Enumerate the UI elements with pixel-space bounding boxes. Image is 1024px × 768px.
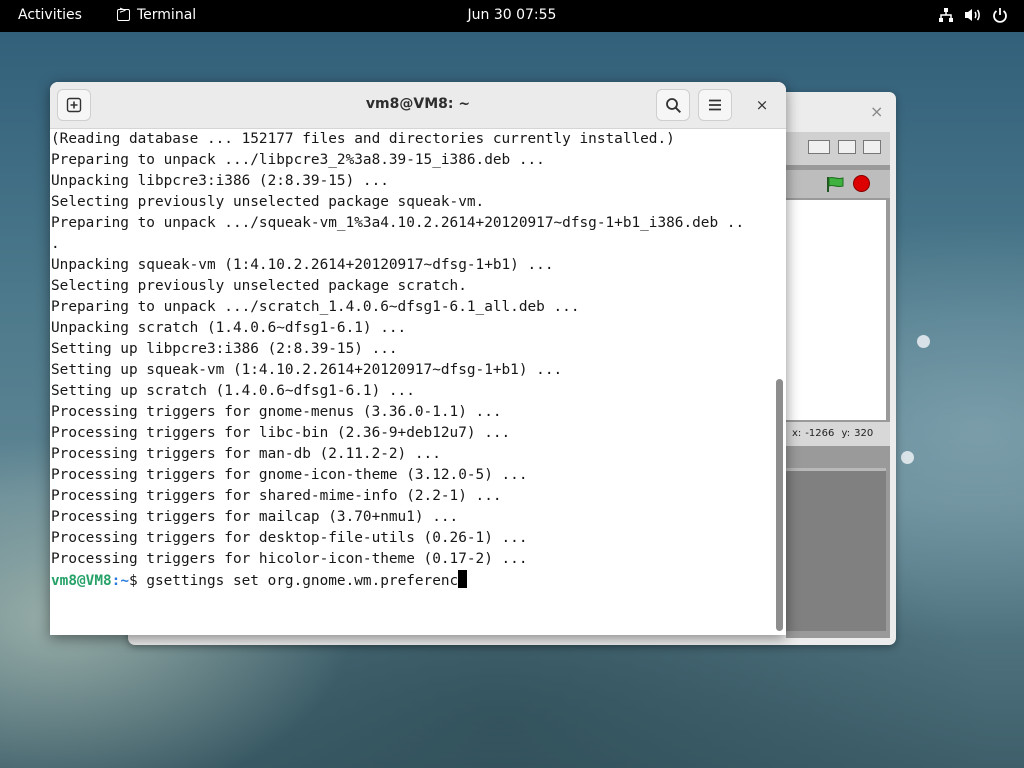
terminal-line: Selecting previously unselected package … <box>51 194 485 210</box>
terminal-line: Processing triggers for desktop-file-uti… <box>51 530 528 546</box>
terminal-line: Processing triggers for gnome-menus (3.3… <box>51 404 502 420</box>
terminal-headerbar[interactable]: vm8@VM8: ~ × <box>50 82 786 129</box>
coord-x-value: -1266 <box>805 428 835 439</box>
search-icon <box>665 97 681 113</box>
coord-y-value: 320 <box>854 428 874 439</box>
terminal-line: Processing triggers for gnome-icon-theme… <box>51 467 528 483</box>
mouse-coordinates: x: -1266 y: 320 <box>786 422 890 446</box>
terminal-line: Unpacking scratch (1.4.0.6~dfsg1-6.1) ..… <box>51 320 407 336</box>
desktop-decoration <box>901 451 914 464</box>
app-menu-label: Terminal <box>137 7 197 23</box>
terminal-line: (Reading database ... 152177 files and d… <box>51 131 675 147</box>
presentation-mode-icon[interactable] <box>863 140 881 154</box>
terminal-line: Selecting previously unselected package … <box>51 278 467 294</box>
network-icon[interactable] <box>938 7 954 23</box>
terminal-line: Processing triggers for hicolor-icon-the… <box>51 551 528 567</box>
stop-sign-icon[interactable] <box>853 175 870 192</box>
terminal-line: Setting up squeak-vm (1:4.10.2.2614+2012… <box>51 362 563 378</box>
terminal-output[interactable]: (Reading database ... 152177 files and d… <box>50 129 772 635</box>
terminal-line: Processing triggers for man-db (2.11.2-2… <box>51 446 441 462</box>
close-button[interactable]: × <box>750 93 774 117</box>
search-button[interactable] <box>656 89 690 121</box>
terminal-line: Setting up scratch (1.4.0.6~dfsg1-6.1) .… <box>51 383 415 399</box>
terminal-line: Preparing to unpack .../squeak-vm_1%3a4.… <box>51 215 745 231</box>
prompt-symbol: $ <box>128 573 147 589</box>
scratch-close-button[interactable]: × <box>870 102 883 121</box>
new-tab-icon <box>66 97 82 113</box>
sprite-list-area[interactable] <box>786 468 886 631</box>
coord-y-label: y: <box>841 428 851 439</box>
prompt-user-host: vm8@VM8 <box>51 573 112 589</box>
terminal-scrollbar[interactable] <box>772 129 786 635</box>
scratch-stage[interactable] <box>786 200 886 420</box>
stage-size-normal-icon[interactable] <box>808 140 830 154</box>
menu-button[interactable] <box>698 89 732 121</box>
terminal-line: Unpacking squeak-vm (1:4.10.2.2614+20120… <box>51 257 554 273</box>
activities-button[interactable]: Activities <box>18 7 82 23</box>
terminal-line: Setting up libpcre3:i386 (2:8.39-15) ... <box>51 341 398 357</box>
new-tab-button[interactable] <box>57 89 91 121</box>
desktop-decoration <box>917 335 930 348</box>
terminal-lines: (Reading database ... 152177 files and d… <box>51 129 744 591</box>
terminal-line: Preparing to unpack .../scratch_1.4.0.6~… <box>51 299 580 315</box>
terminal-icon <box>117 6 130 21</box>
coord-x-label: x: <box>792 428 802 439</box>
window-title: vm8@VM8: ~ <box>365 96 471 112</box>
terminal-line: Processing triggers for shared-mime-info… <box>51 488 502 504</box>
system-tray[interactable] <box>938 7 1008 23</box>
terminal-line: Processing triggers for libc-bin (2.36-9… <box>51 425 511 441</box>
green-flag-icon[interactable] <box>826 176 846 192</box>
terminal-line: . <box>51 236 60 252</box>
stage-size-small-icon[interactable] <box>838 140 856 154</box>
command-input[interactable]: gsettings set org.gnome.wm.preferenc <box>146 573 458 589</box>
scrollbar-thumb[interactable] <box>776 379 783 631</box>
hamburger-menu-icon <box>709 99 721 111</box>
top-bar: Activities Terminal Jun 30 07:55 <box>0 0 1024 32</box>
app-menu[interactable]: Terminal <box>117 6 197 23</box>
terminal-line: Unpacking libpcre3:i386 (2:8.39-15) ... <box>51 173 389 189</box>
terminal-prompt-line[interactable]: vm8@VM8:~$ gsettings set org.gnome.wm.pr… <box>51 570 744 591</box>
terminal-window[interactable]: vm8@VM8: ~ × (Reading database ... 15217… <box>50 82 786 635</box>
terminal-line: Processing triggers for mailcap (3.70+nm… <box>51 509 459 525</box>
clock[interactable]: Jun 30 07:55 <box>468 7 557 23</box>
volume-icon[interactable] <box>964 7 982 23</box>
scratch-stage-panel: x: -1266 y: 320 <box>786 132 890 638</box>
power-icon[interactable] <box>992 7 1008 23</box>
text-cursor <box>458 570 468 588</box>
scratch-stage-toolbar <box>786 132 890 165</box>
terminal-line: Preparing to unpack .../libpcre3_2%3a8.3… <box>51 152 545 168</box>
prompt-path: :~ <box>111 573 129 589</box>
